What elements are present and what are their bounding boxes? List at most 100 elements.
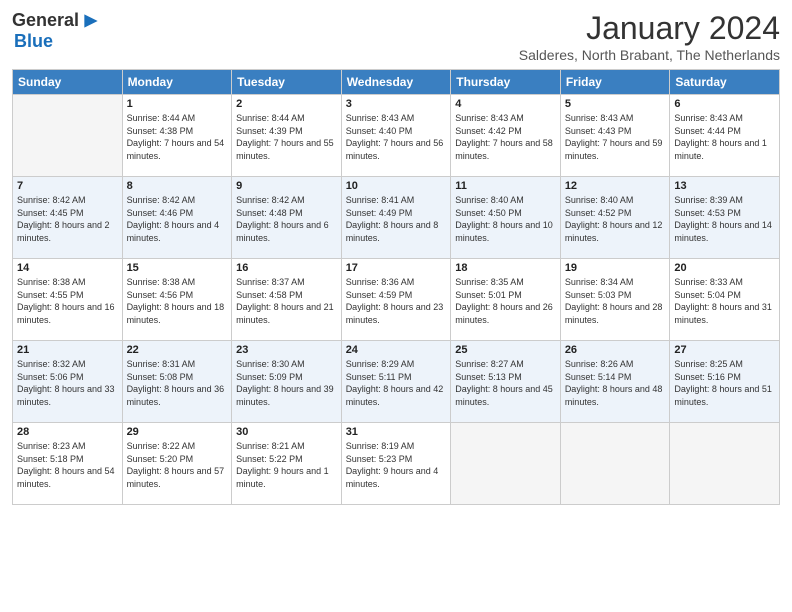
- week-row-3: 14 Sunrise: 8:38 AMSunset: 4:55 PMDayligh…: [13, 259, 780, 341]
- day-info: Sunrise: 8:38 AMSunset: 4:56 PMDaylight:…: [127, 276, 228, 326]
- logo-blue-text: Blue: [12, 31, 53, 51]
- day-number: 24: [346, 344, 447, 356]
- table-cell: 13 Sunrise: 8:39 AMSunset: 4:53 PMDayligh…: [670, 177, 780, 259]
- table-cell: 19Sunrise: 8:34 AMSunset: 5:03 PMDayligh…: [560, 259, 670, 341]
- day-number: 23: [236, 344, 337, 356]
- week-row-4: 21 Sunrise: 8:32 AMSunset: 5:06 PMDayligh…: [13, 341, 780, 423]
- table-cell: 11Sunrise: 8:40 AMSunset: 4:50 PMDayligh…: [451, 177, 561, 259]
- table-cell: 2 Sunrise: 8:44 AMSunset: 4:39 PMDaylight…: [232, 95, 342, 177]
- day-number: 3: [346, 98, 447, 110]
- day-info: Sunrise: 8:33 AMSunset: 5:04 PMDaylight:…: [674, 276, 775, 326]
- day-info: Sunrise: 8:40 AMSunset: 4:50 PMDaylight:…: [455, 194, 556, 244]
- col-friday: Friday: [560, 70, 670, 95]
- day-info: Sunrise: 8:34 AMSunset: 5:03 PMDaylight:…: [565, 276, 666, 326]
- table-cell: 23 Sunrise: 8:30 AMSunset: 5:09 PMDayligh…: [232, 341, 342, 423]
- logo-general-text: General: [12, 10, 79, 31]
- day-info: Sunrise: 8:39 AMSunset: 4:53 PMDaylight:…: [674, 194, 775, 244]
- day-number: 31: [346, 426, 447, 438]
- table-cell: 10 Sunrise: 8:41 AMSunset: 4:49 PMDayligh…: [341, 177, 451, 259]
- table-cell: 29Sunrise: 8:22 AMSunset: 5:20 PMDayligh…: [122, 423, 232, 505]
- day-info: Sunrise: 8:44 AMSunset: 4:39 PMDaylight:…: [236, 112, 337, 162]
- logo: General Blue: [12, 10, 101, 52]
- table-cell: 4Sunrise: 8:43 AMSunset: 4:42 PMDaylight…: [451, 95, 561, 177]
- col-sunday: Sunday: [13, 70, 123, 95]
- day-number: 1: [127, 98, 228, 110]
- day-info: Sunrise: 8:23 AMSunset: 5:18 PMDaylight:…: [17, 440, 118, 490]
- day-number: 27: [674, 344, 775, 356]
- table-cell: 7Sunrise: 8:42 AMSunset: 4:45 PMDaylight…: [13, 177, 123, 259]
- day-number: 22: [127, 344, 228, 356]
- day-number: 25: [455, 344, 556, 356]
- day-number: 16: [236, 262, 337, 274]
- table-cell: 18Sunrise: 8:35 AMSunset: 5:01 PMDayligh…: [451, 259, 561, 341]
- table-cell: 16 Sunrise: 8:37 AMSunset: 4:58 PMDayligh…: [232, 259, 342, 341]
- table-cell: 28 Sunrise: 8:23 AMSunset: 5:18 PMDayligh…: [13, 423, 123, 505]
- day-number: 14: [17, 262, 118, 274]
- day-number: 15: [127, 262, 228, 274]
- col-saturday: Saturday: [670, 70, 780, 95]
- table-cell: 27 Sunrise: 8:25 AMSunset: 5:16 PMDayligh…: [670, 341, 780, 423]
- day-info: Sunrise: 8:38 AMSunset: 4:55 PMDaylight:…: [17, 276, 118, 326]
- day-info: Sunrise: 8:44 AMSunset: 4:38 PMDaylight:…: [127, 112, 228, 162]
- day-number: 12: [565, 180, 666, 192]
- col-thursday: Thursday: [451, 70, 561, 95]
- day-info: Sunrise: 8:27 AMSunset: 5:13 PMDaylight:…: [455, 358, 556, 408]
- table-cell: 5 Sunrise: 8:43 AMSunset: 4:43 PMDaylight…: [560, 95, 670, 177]
- table-cell: 31 Sunrise: 8:19 AMSunset: 5:23 PMDayligh…: [341, 423, 451, 505]
- day-info: Sunrise: 8:31 AMSunset: 5:08 PMDaylight:…: [127, 358, 228, 408]
- table-cell: [451, 423, 561, 505]
- day-number: 2: [236, 98, 337, 110]
- day-info: Sunrise: 8:36 AMSunset: 4:59 PMDaylight:…: [346, 276, 447, 326]
- day-info: Sunrise: 8:43 AMSunset: 4:44 PMDaylight:…: [674, 112, 775, 162]
- day-info: Sunrise: 8:43 AMSunset: 4:43 PMDaylight:…: [565, 112, 666, 162]
- day-number: 10: [346, 180, 447, 192]
- day-info: Sunrise: 8:25 AMSunset: 5:16 PMDaylight:…: [674, 358, 775, 408]
- day-number: 29: [127, 426, 228, 438]
- day-number: 9: [236, 180, 337, 192]
- table-cell: 25 Sunrise: 8:27 AMSunset: 5:13 PMDayligh…: [451, 341, 561, 423]
- day-number: 8: [127, 180, 228, 192]
- table-cell: 21 Sunrise: 8:32 AMSunset: 5:06 PMDayligh…: [13, 341, 123, 423]
- day-number: 5: [565, 98, 666, 110]
- day-number: 21: [17, 344, 118, 356]
- table-cell: [560, 423, 670, 505]
- title-section: January 2024 Salderes, North Brabant, Th…: [519, 10, 780, 63]
- day-info: Sunrise: 8:35 AMSunset: 5:01 PMDaylight:…: [455, 276, 556, 326]
- day-info: Sunrise: 8:43 AMSunset: 4:40 PMDaylight:…: [346, 112, 447, 162]
- day-number: 28: [17, 426, 118, 438]
- table-cell: [670, 423, 780, 505]
- day-info: Sunrise: 8:29 AMSunset: 5:11 PMDaylight:…: [346, 358, 447, 408]
- col-monday: Monday: [122, 70, 232, 95]
- logo-icon: [81, 11, 101, 31]
- day-info: Sunrise: 8:30 AMSunset: 5:09 PMDaylight:…: [236, 358, 337, 408]
- day-number: 26: [565, 344, 666, 356]
- week-row-1: 1 Sunrise: 8:44 AMSunset: 4:38 PMDaylight…: [13, 95, 780, 177]
- day-number: 17: [346, 262, 447, 274]
- table-cell: [13, 95, 123, 177]
- day-info: Sunrise: 8:19 AMSunset: 5:23 PMDaylight:…: [346, 440, 447, 490]
- day-number: 4: [455, 98, 556, 110]
- day-number: 20: [674, 262, 775, 274]
- calendar-table: Sunday Monday Tuesday Wednesday Thursday…: [12, 69, 780, 505]
- col-wednesday: Wednesday: [341, 70, 451, 95]
- month-title: January 2024: [519, 10, 780, 47]
- table-cell: 17 Sunrise: 8:36 AMSunset: 4:59 PMDayligh…: [341, 259, 451, 341]
- table-cell: 12Sunrise: 8:40 AMSunset: 4:52 PMDayligh…: [560, 177, 670, 259]
- table-cell: 8Sunrise: 8:42 AMSunset: 4:46 PMDaylight…: [122, 177, 232, 259]
- table-cell: 9Sunrise: 8:42 AMSunset: 4:48 PMDaylight…: [232, 177, 342, 259]
- day-info: Sunrise: 8:32 AMSunset: 5:06 PMDaylight:…: [17, 358, 118, 408]
- col-tuesday: Tuesday: [232, 70, 342, 95]
- day-number: 7: [17, 180, 118, 192]
- day-number: 30: [236, 426, 337, 438]
- week-row-5: 28 Sunrise: 8:23 AMSunset: 5:18 PMDayligh…: [13, 423, 780, 505]
- day-info: Sunrise: 8:41 AMSunset: 4:49 PMDaylight:…: [346, 194, 447, 244]
- table-cell: 20 Sunrise: 8:33 AMSunset: 5:04 PMDayligh…: [670, 259, 780, 341]
- day-number: 13: [674, 180, 775, 192]
- subtitle: Salderes, North Brabant, The Netherlands: [519, 47, 780, 63]
- table-cell: 26Sunrise: 8:26 AMSunset: 5:14 PMDayligh…: [560, 341, 670, 423]
- day-info: Sunrise: 8:37 AMSunset: 4:58 PMDaylight:…: [236, 276, 337, 326]
- header: General Blue January 2024 Salderes, Nort…: [12, 10, 780, 63]
- table-cell: 1 Sunrise: 8:44 AMSunset: 4:38 PMDaylight…: [122, 95, 232, 177]
- table-cell: 3 Sunrise: 8:43 AMSunset: 4:40 PMDaylight…: [341, 95, 451, 177]
- table-cell: 30Sunrise: 8:21 AMSunset: 5:22 PMDayligh…: [232, 423, 342, 505]
